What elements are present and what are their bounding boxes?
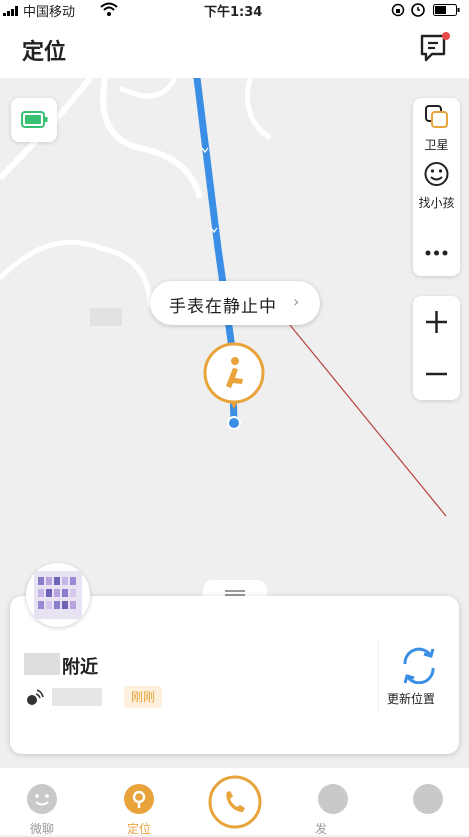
battery-status-icon [433,4,461,20]
refresh-location-label: 更新位置 [387,692,436,706]
find-child-button[interactable]: 找小孩 [413,156,460,216]
minus-icon [426,372,447,376]
page-title: 定位 [22,40,67,65]
discover-icon [318,784,348,814]
child-avatar-icon [203,342,265,409]
satellite-layer-icon [425,105,448,128]
satellite-label: 卫星 [424,138,449,152]
chevron-right-icon: › [293,292,300,311]
smiley-icon [424,162,449,186]
battery-icon [21,111,48,128]
zoom-controls [413,296,460,400]
find-child-label: 找小孩 [418,196,455,210]
update-time-badge: 刚刚 [124,686,162,708]
place-name-redacted [24,653,60,675]
signal-icon [3,5,19,20]
profile-icon [413,784,443,814]
location-pin-icon [124,784,154,814]
zoom-in-button[interactable] [413,296,460,348]
clock-time: 下午1:34 [204,5,263,20]
satellite-button[interactable]: 卫星 [413,98,460,154]
tab-discover-label: 发 [315,822,328,836]
zoom-out-button[interactable] [413,348,460,400]
plus-icon [426,311,447,333]
child-location-marker[interactable] [202,341,266,411]
tab-chat-label: 微聊 [30,822,55,836]
status-bar: 中国移动 下午1:34 [0,0,469,20]
header: 定位 [0,20,469,78]
lock-rotation-icon [391,3,405,21]
map-tools-panel: 卫星 找小孩 [413,98,460,276]
route-end-dot [227,416,241,430]
tab-chat[interactable]: 微聊 [14,782,70,836]
refresh-icon [403,647,435,685]
more-icon [425,250,448,256]
message-icon [420,32,450,62]
tab-profile[interactable] [400,782,456,835]
tab-bar: 微聊 定位 发 [0,768,469,836]
watch-signal-icon [24,688,44,712]
call-button[interactable] [207,774,263,830]
place-name: 附近 [62,657,98,678]
wifi-icon [100,2,118,20]
chat-smiley-icon [27,784,57,814]
watch-status-bubble[interactable]: 手表在静止中 › [150,281,320,325]
more-button[interactable] [413,238,460,268]
alarm-icon [411,2,425,21]
tab-location[interactable]: 定位 [111,782,167,836]
phone-icon [208,775,262,829]
message-button[interactable] [418,32,452,64]
address-redacted [52,688,102,706]
tab-location-label: 定位 [127,822,152,836]
watch-status-text: 手表在静止中 [169,297,277,317]
tab-discover[interactable]: 发 [305,782,361,836]
child-avatar[interactable] [26,563,90,627]
carrier-label: 中国移动 [23,5,76,20]
battery-indicator[interactable] [11,98,57,142]
